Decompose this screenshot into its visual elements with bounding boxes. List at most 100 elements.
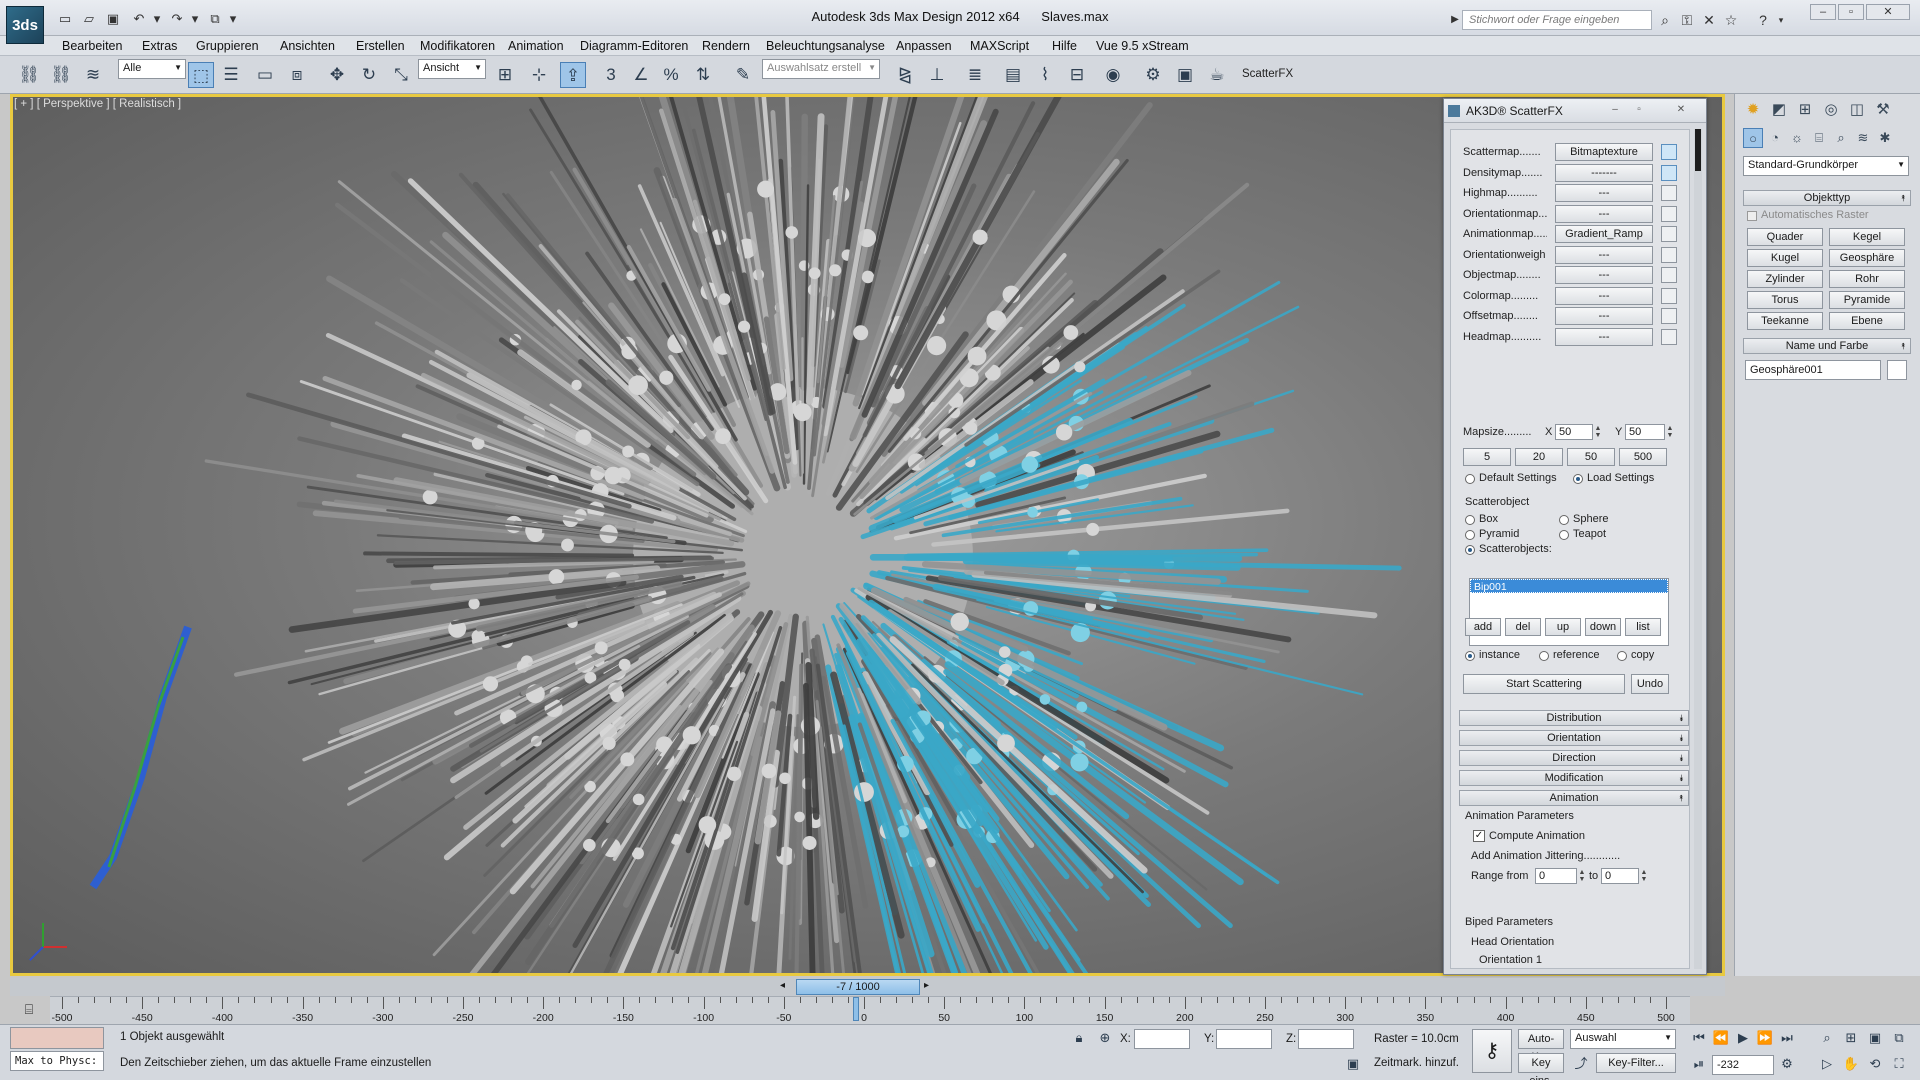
help-icon[interactable]: ? [1754, 11, 1772, 29]
default-tangent-icon[interactable]: ⤴ [1572, 1055, 1590, 1073]
communication-center-icon[interactable]: ✕ [1700, 11, 1718, 29]
previous-frame-icon[interactable]: ⏪ [1712, 1029, 1730, 1047]
menu-ansichten[interactable]: Ansichten [280, 39, 335, 53]
preset-500-button[interactable]: 500 [1619, 448, 1667, 466]
minimize-button[interactable]: – [1810, 4, 1836, 20]
help-search-input[interactable]: Stichwort oder Frage eingeben [1462, 10, 1652, 30]
mirror-icon[interactable]: ⧎ [892, 62, 918, 88]
distribution-rollout[interactable]: Distribution ⯯ [1459, 710, 1689, 726]
menu-animation[interactable]: Animation [508, 39, 564, 53]
mapsize-y-spin-arrows[interactable]: ▲ ▼ [1666, 425, 1674, 439]
auto-grid-checkbox[interactable] [1747, 211, 1757, 221]
list-up-button[interactable]: up [1545, 618, 1581, 636]
zoom-extents-all-icon[interactable]: ⧉ [1890, 1029, 1908, 1047]
map-slot-button[interactable]: --- [1555, 327, 1653, 346]
add-time-tag[interactable]: Zeitmark. hinzuf. [1374, 1057, 1459, 1069]
object-name-input[interactable]: Geosphäre001 [1745, 360, 1881, 380]
select-and-manipulate-icon[interactable]: ⊹ [526, 62, 552, 88]
select-by-name-icon[interactable]: ☰ [218, 62, 244, 88]
prev-frame-arrow-icon[interactable]: ◂ [780, 980, 785, 991]
curve-editor-icon[interactable]: ⌇ [1032, 62, 1058, 88]
preset-5-button[interactable]: 5 [1463, 448, 1511, 466]
keyboard-shortcut-override-icon[interactable]: ⇪ [560, 62, 586, 88]
start-scattering-button[interactable]: Start Scattering [1463, 674, 1625, 694]
maximize-viewport-icon[interactable]: ⛶ [1890, 1055, 1908, 1073]
go-to-end-icon[interactable]: ⏭ [1778, 1029, 1796, 1047]
range-to-spinner[interactable]: 0 [1601, 868, 1639, 884]
mode-copy-radio[interactable] [1617, 651, 1627, 661]
key-mode-toggle-icon[interactable]: ⏯ [1690, 1055, 1708, 1073]
obj-pyramid-radio[interactable] [1465, 530, 1475, 540]
select-and-rotate-icon[interactable]: ↻ [356, 62, 382, 88]
list-down-button[interactable]: down [1585, 618, 1621, 636]
rectangular-selection-icon[interactable]: ▭ [252, 62, 278, 88]
schematic-view-icon[interactable]: ⊟ [1064, 62, 1090, 88]
menu-anpassen[interactable]: Anpassen [896, 39, 952, 53]
help-dropdown-icon[interactable]: ▾ [1772, 11, 1790, 29]
map-slot-button[interactable]: Gradient_Ramp [1555, 225, 1653, 243]
orbit-icon[interactable]: ⟲ [1866, 1055, 1884, 1073]
obj-box-radio[interactable] [1465, 515, 1475, 525]
scatterfx-close-button[interactable]: ✕ [1674, 104, 1688, 116]
object-category-select[interactable]: Standard-Grundkörper ▼ [1743, 156, 1909, 176]
undo-scatter-button[interactable]: Undo [1631, 674, 1669, 694]
map-enable-checkbox[interactable] [1661, 205, 1677, 222]
animation-rollout[interactable]: Animation ⯭ [1459, 790, 1689, 806]
tube-button[interactable]: Rohr [1829, 270, 1905, 288]
mode-reference-radio[interactable] [1539, 651, 1549, 661]
angle-snap-icon[interactable]: ∠ [628, 62, 654, 88]
render-setup-icon[interactable]: ⚙ [1140, 62, 1166, 88]
map-enable-checkbox[interactable] [1661, 144, 1677, 160]
sphere-button[interactable]: Kugel [1747, 249, 1823, 267]
cameras-icon[interactable]: ⌸ [1809, 128, 1829, 148]
map-slot-button[interactable]: --- [1555, 307, 1653, 325]
object-color-swatch[interactable] [1887, 360, 1907, 380]
pan-view-icon[interactable]: ✋ [1842, 1055, 1860, 1073]
name-and-color-rollout[interactable]: Name und Farbe ⯭ [1743, 338, 1911, 354]
use-pivot-center-icon[interactable]: ⊞ [492, 62, 518, 88]
mapsize-x-spinner[interactable]: 50 [1555, 424, 1593, 440]
key-selection-set-select[interactable]: Auswahl ▼ [1570, 1029, 1676, 1049]
unlink-selection-icon[interactable]: ⛓ [48, 62, 74, 88]
box-button[interactable]: Quader [1747, 228, 1823, 246]
time-configuration-icon[interactable]: ⚙ [1778, 1055, 1796, 1073]
select-and-move-icon[interactable]: ✥ [324, 62, 350, 88]
teapot-button[interactable]: Teekanne [1747, 312, 1823, 330]
selection-lock-icon[interactable]: 🔒︎ [1070, 1029, 1088, 1047]
set-key-button[interactable]: Key eins. [1518, 1053, 1564, 1080]
map-enable-checkbox[interactable] [1661, 246, 1677, 263]
render-production-icon[interactable]: ☕ [1204, 62, 1230, 88]
map-enable-checkbox[interactable] [1661, 185, 1677, 201]
zoom-all-icon[interactable]: ⊞ [1842, 1029, 1860, 1047]
play-icon[interactable]: ▶ [1734, 1029, 1752, 1047]
key-filters-button[interactable]: Key-Filter... [1596, 1053, 1676, 1073]
menu-vue-xstream[interactable]: Vue 9.5 xStream [1096, 39, 1189, 53]
menu-hilfe[interactable]: Hilfe [1052, 39, 1077, 53]
window-crossing-icon[interactable]: ⧈ [284, 62, 310, 88]
menu-diagramm-editoren[interactable]: Diagramm-Editoren [580, 39, 688, 53]
time-tag-icon[interactable]: ▣ [1344, 1055, 1362, 1073]
plane-button[interactable]: Ebene [1829, 312, 1905, 330]
zoom-icon[interactable]: ⌕ [1818, 1029, 1836, 1047]
x-coord-field[interactable] [1134, 1029, 1190, 1049]
layer-manager-icon[interactable]: ≣ [962, 62, 988, 88]
systems-icon[interactable]: ✱ [1875, 128, 1895, 148]
next-frame-icon[interactable]: ⏩ [1756, 1029, 1774, 1047]
range-from-spin-arrows[interactable]: ▲ ▼ [1578, 869, 1586, 883]
create-tab-icon[interactable]: ✹ [1741, 98, 1765, 122]
scatterfx-titlebar[interactable]: AK3D® ScatterFX [1444, 99, 1706, 123]
field-of-view-icon[interactable]: ▷ [1818, 1055, 1836, 1073]
spinner-snap-icon[interactable]: ⇅ [690, 62, 716, 88]
space-warps-icon[interactable]: ≋ [1853, 128, 1873, 148]
application-menu-button[interactable]: 3ds [6, 6, 44, 44]
selection-filter-select[interactable]: Alle ▼ [118, 59, 186, 79]
select-object-icon[interactable]: ⬚ [188, 62, 214, 88]
preset-50-button[interactable]: 50 [1567, 448, 1615, 466]
default-settings-radio[interactable] [1465, 474, 1475, 484]
map-slot-button[interactable]: --- [1555, 184, 1653, 202]
list-list-button[interactable]: list [1625, 618, 1661, 636]
percent-snap-icon[interactable]: % [658, 62, 684, 88]
material-editor-icon[interactable]: ◉ [1100, 62, 1126, 88]
auto-key-button[interactable]: Auto-Key [1518, 1029, 1564, 1063]
maximize-button[interactable]: ▫ [1838, 4, 1864, 20]
